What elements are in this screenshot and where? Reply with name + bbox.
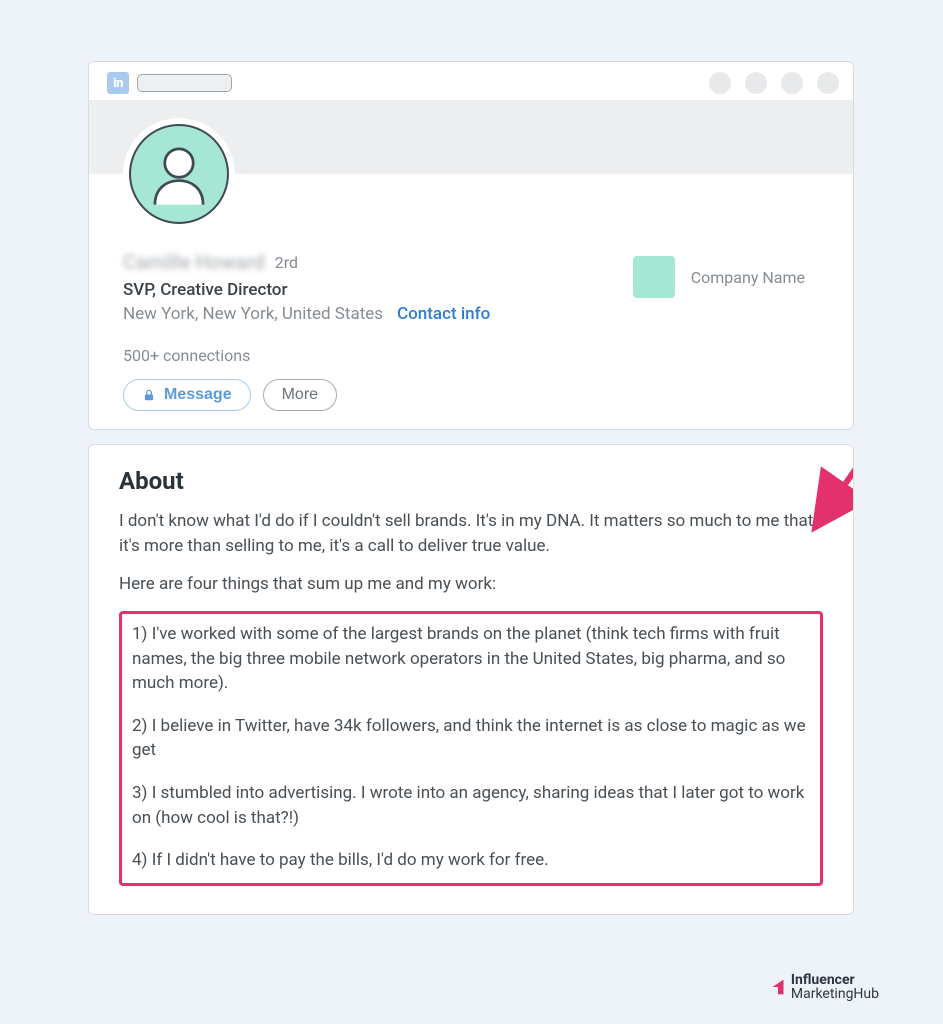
about-intro-lead: Here are four things that sum up me and … [119, 572, 823, 597]
about-point-2: 2) I believe in Twitter, have 34k follow… [132, 714, 810, 763]
profile-card: Camille Howard 2rd SVP, Creative Directo… [88, 61, 854, 430]
topbar [89, 62, 853, 100]
linkedin-logo-icon[interactable] [107, 72, 129, 94]
about-highlight-box: 1) I've worked with some of the largest … [119, 611, 823, 886]
avatar[interactable] [123, 118, 235, 230]
watermark-logo: Influencer MarketingHub [767, 973, 879, 1002]
nav-placeholder-icon[interactable] [709, 72, 731, 94]
nav-placeholder-icon[interactable] [817, 72, 839, 94]
person-icon [144, 139, 214, 209]
about-heading: About [119, 467, 823, 495]
about-point-3: 3) I stumbled into advertising. I wrote … [132, 781, 810, 830]
company-logo-icon [633, 256, 675, 298]
about-intro-paragraph: I don't know what I'd do if I couldn't s… [119, 509, 823, 558]
watermark-line2: MarketingHub [791, 987, 879, 1002]
nav-placeholder-icon[interactable] [745, 72, 767, 94]
company-name-label: Company Name [691, 268, 805, 287]
more-button-label: More [282, 386, 318, 403]
more-button[interactable]: More [263, 379, 337, 411]
watermark-line1: Influencer [791, 972, 855, 988]
profile-banner [89, 100, 853, 174]
nav-placeholder-icon[interactable] [781, 72, 803, 94]
connections-count[interactable]: 500+ connections [123, 346, 819, 365]
current-company[interactable]: Company Name [633, 256, 805, 298]
connection-degree: 2rd [275, 253, 298, 272]
about-point-1: 1) I've worked with some of the largest … [132, 622, 810, 696]
search-input[interactable] [137, 74, 232, 92]
profile-location: New York, New York, United States [123, 304, 383, 324]
message-button-label: Message [164, 386, 232, 404]
contact-info-link[interactable]: Contact info [397, 304, 490, 324]
watermark-arrow-icon [767, 976, 789, 998]
message-button[interactable]: Message [123, 379, 251, 411]
lock-icon [142, 388, 156, 402]
profile-name: Camille Howard [123, 250, 265, 274]
about-section: About I don't know what I'd do if I coul… [88, 444, 854, 915]
about-point-4: 4) If I didn't have to pay the bills, I'… [132, 848, 810, 873]
